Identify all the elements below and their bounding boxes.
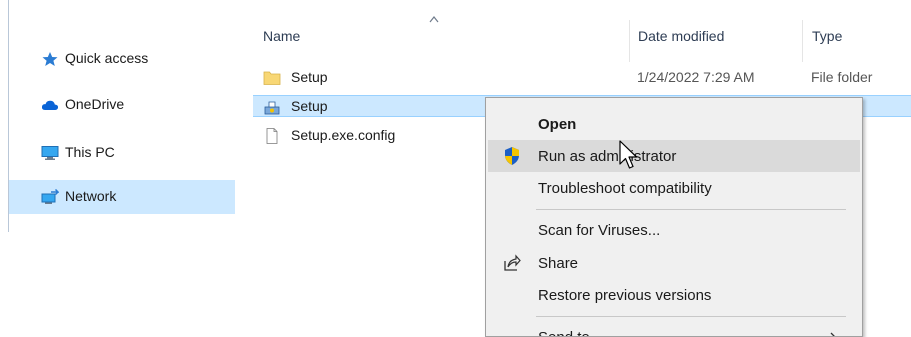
uac-shield-icon bbox=[502, 146, 522, 166]
menu-item-label: Run as administrator bbox=[538, 148, 677, 165]
context-menu: Open Run as administrator Troubleshoot c… bbox=[485, 97, 863, 337]
menu-item-open[interactable]: Open bbox=[488, 108, 860, 140]
nav-item-label: Network bbox=[65, 188, 117, 204]
folder-icon bbox=[263, 70, 281, 86]
nav-item-quick-access[interactable]: Quick access bbox=[9, 42, 235, 76]
menu-item-label: Troubleshoot compatibility bbox=[538, 180, 712, 197]
menu-item-share[interactable]: Share bbox=[488, 247, 860, 279]
nav-item-label: Quick access bbox=[65, 50, 149, 66]
menu-item-run-as-administrator[interactable]: Run as administrator bbox=[488, 140, 860, 172]
menu-item-label: Scan for Viruses... bbox=[538, 222, 661, 239]
column-header-type[interactable]: Type bbox=[812, 28, 842, 44]
menu-item-label: Share bbox=[538, 255, 579, 272]
file-name: Setup bbox=[291, 69, 328, 85]
file-icon bbox=[263, 128, 281, 144]
menu-separator bbox=[536, 209, 846, 210]
nav-item-label: OneDrive bbox=[65, 96, 125, 112]
cloud-icon bbox=[41, 97, 59, 113]
column-divider[interactable] bbox=[802, 20, 803, 62]
menu-item-label: Send to bbox=[538, 329, 590, 336]
file-name: Setup bbox=[291, 98, 328, 114]
nav-item-onedrive[interactable]: OneDrive bbox=[9, 88, 235, 122]
column-divider[interactable] bbox=[629, 20, 630, 62]
column-header-date-modified[interactable]: Date modified bbox=[638, 28, 724, 44]
network-icon bbox=[41, 188, 60, 205]
menu-item-troubleshoot-compatibility[interactable]: Troubleshoot compatibility bbox=[488, 172, 860, 204]
menu-item-label: Restore previous versions bbox=[538, 287, 712, 304]
menu-separator bbox=[536, 316, 846, 317]
file-date-modified: 1/24/2022 7:29 AM bbox=[637, 69, 755, 85]
installer-icon bbox=[263, 99, 281, 115]
menu-item-restore-previous-versions[interactable]: Restore previous versions bbox=[488, 279, 860, 311]
column-header-name[interactable]: Name bbox=[263, 28, 300, 44]
chevron-right-icon bbox=[830, 331, 838, 336]
file-type: File folder bbox=[811, 69, 873, 85]
share-icon bbox=[502, 253, 522, 273]
file-name: Setup.exe.config bbox=[291, 127, 396, 143]
menu-item-scan-for-viruses[interactable]: Scan for Viruses... bbox=[488, 214, 860, 246]
nav-item-this-pc[interactable]: This PC bbox=[9, 136, 235, 170]
nav-item-network[interactable]: Network bbox=[9, 180, 235, 214]
menu-item-send-to[interactable]: Send to bbox=[488, 321, 860, 336]
file-row-setup-folder[interactable]: Setup 1/24/2022 7:29 AM File folder bbox=[253, 67, 911, 89]
monitor-icon bbox=[41, 145, 59, 161]
nav-item-label: This PC bbox=[65, 144, 115, 160]
star-icon bbox=[41, 51, 59, 67]
menu-item-label: Open bbox=[538, 116, 577, 133]
sort-ascending-icon bbox=[429, 10, 439, 23]
